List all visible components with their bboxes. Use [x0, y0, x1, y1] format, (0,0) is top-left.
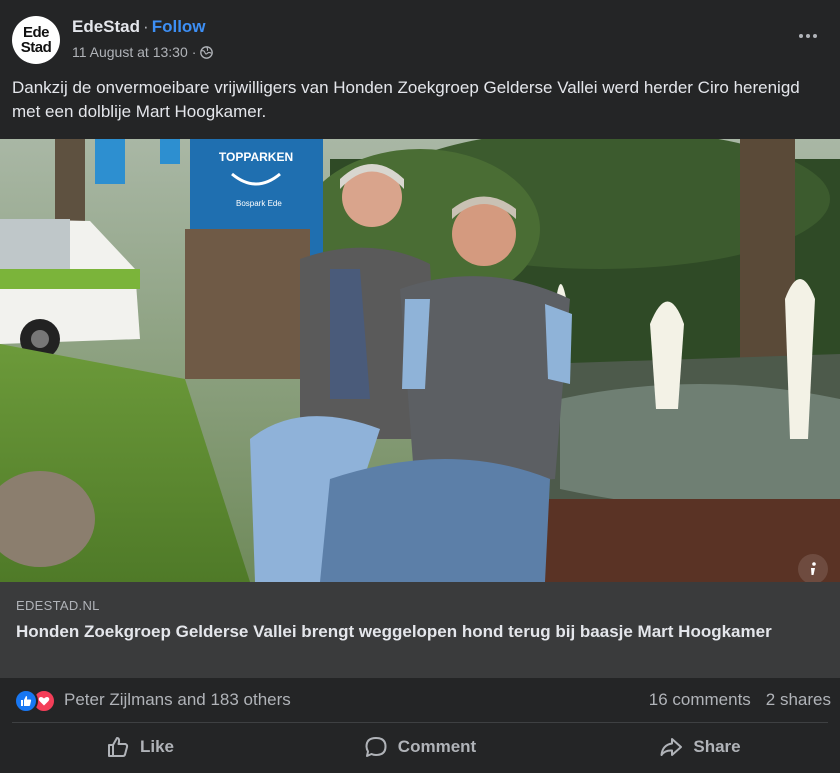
photo-illustration: TOPPARKEN Bospark Ede: [0, 139, 840, 582]
share-label: Share: [693, 736, 741, 756]
like-reaction-icon: [14, 689, 38, 713]
comments-count[interactable]: 16 comments: [649, 690, 751, 710]
thumbs-up-icon: [107, 736, 129, 757]
globe-icon[interactable]: [200, 45, 214, 59]
comment-button[interactable]: Comment: [280, 724, 560, 769]
shares-count[interactable]: 2 shares: [766, 690, 831, 710]
page-avatar[interactable]: Ede Stad: [12, 16, 60, 64]
link-domain: EDESTAD.NL: [16, 598, 100, 613]
page-name-link[interactable]: EdeStad: [72, 17, 140, 36]
post-text: Dankzij de onvermoeibare vrijwilligers v…: [12, 78, 800, 121]
link-title[interactable]: Honden Zoekgroep Gelderse Vallei brengt …: [16, 620, 824, 644]
avatar-text-line1: Ede: [22, 24, 50, 41]
post-header: Ede Stad EdeStad · Follow 11 August at 13:…: [0, 0, 840, 70]
meta-separator: ·: [191, 44, 197, 60]
post-timestamp[interactable]: 11 August at 13:30: [72, 44, 188, 60]
info-icon[interactable]: [798, 554, 828, 582]
share-icon: [660, 737, 683, 756]
separator: ·: [143, 17, 149, 36]
comment-icon: [365, 736, 387, 757]
avatar-text-line2: Stad: [20, 39, 52, 56]
like-button[interactable]: Like: [0, 724, 280, 769]
share-button[interactable]: Share: [560, 724, 840, 769]
more-options-icon[interactable]: [796, 28, 820, 44]
reaction-names[interactable]: Peter Zijlmans and 183 others: [64, 690, 291, 710]
comment-label: Comment: [397, 736, 477, 756]
divider: [12, 722, 828, 723]
follow-button[interactable]: Follow: [152, 17, 206, 36]
like-label: Like: [139, 736, 175, 756]
facebook-post: Ede Stad EdeStad · Follow 11 August at 13:…: [0, 0, 840, 773]
engagement-counts: 16 comments 2 shares: [649, 690, 831, 710]
sign-text-line1: TOPPARKEN: [219, 150, 293, 164]
link-preview[interactable]: EDESTAD.NL Honden Zoekgroep Gelderse Val…: [0, 582, 840, 678]
action-bar: Like Comment Share: [0, 724, 840, 769]
post-meta: 11 August at 13:30 ·: [72, 44, 214, 60]
post-photo[interactable]: TOPPARKEN Bospark Ede: [0, 139, 840, 582]
reaction-icons[interactable]: [14, 689, 60, 713]
reactions-bar: Peter Zijlmans and 183 others 16 comment…: [0, 680, 840, 720]
page-name-row: EdeStad · Follow: [72, 17, 206, 37]
sign-text-line2: Bospark Ede: [236, 199, 282, 208]
